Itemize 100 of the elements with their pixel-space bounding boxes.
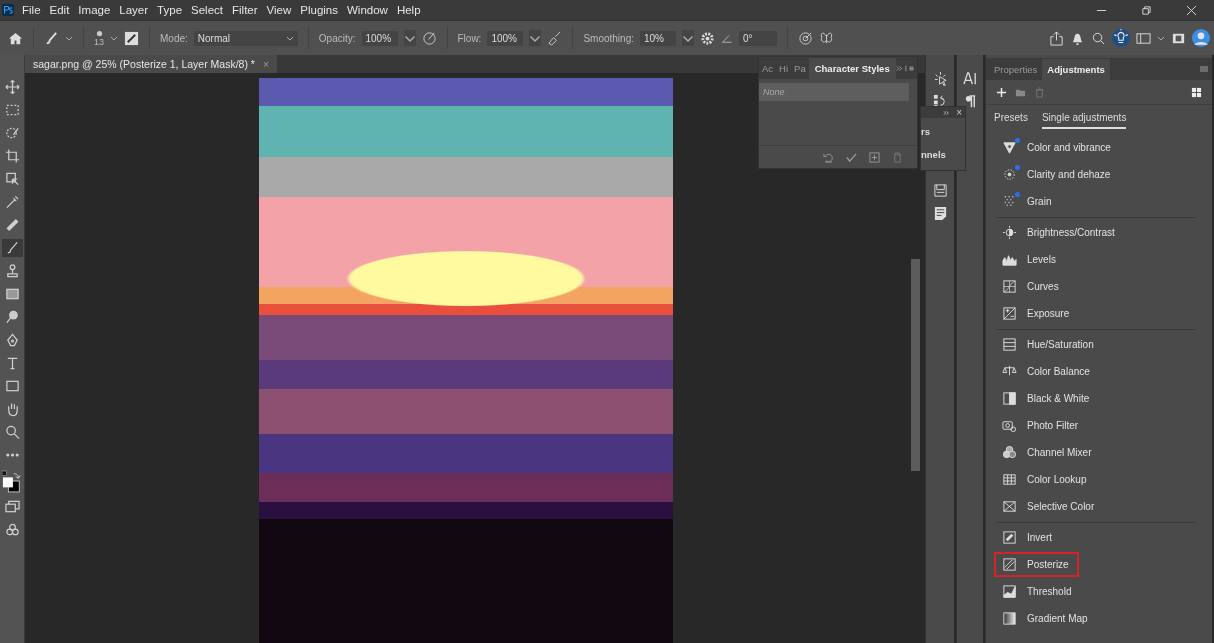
menu-item[interactable]: Type [157,4,183,16]
menu-item[interactable]: Select [191,4,223,16]
close-button[interactable]: × [956,107,962,118]
restore-icon[interactable] [1141,4,1152,16]
menu-item[interactable]: File [22,4,41,16]
workspace-icon[interactable] [1136,30,1151,46]
avatar-icon[interactable] [1192,29,1210,47]
search-icon[interactable] [1091,30,1106,46]
adjustment-item[interactable]: Posterize [994,552,1079,577]
scrollbar-thumb[interactable] [911,259,920,471]
adjustment-item[interactable]: Gradient Map [994,606,1098,631]
adjustment-item[interactable]: Exposure [994,301,1080,326]
adjustment-item[interactable]: Channel Mixer [994,440,1102,465]
exposure-icon [1002,306,1017,321]
caret-icon[interactable] [529,30,542,46]
caret-icon[interactable] [65,34,73,42]
grid-view-icon[interactable] [1191,86,1202,98]
panel-item[interactable]: rs [921,118,965,141]
butterfly-icon[interactable] [819,30,834,46]
panel-tab[interactable]: Properties [989,59,1043,80]
add-icon[interactable] [869,151,880,163]
menu-item[interactable]: Window [347,4,388,16]
undo-icon[interactable] [823,151,834,163]
checkmark-icon[interactable] [846,151,857,163]
flow-field[interactable]: 100% [487,30,524,46]
mode-label: Mode: [160,32,188,44]
angle-field[interactable]: 0° [739,30,777,46]
brush-icon[interactable] [44,30,59,46]
adjustment-item[interactable]: Levels [994,247,1066,272]
panel-tab[interactable]: Ac [759,62,777,74]
histogram-icon [1002,252,1017,267]
adjustment-item[interactable]: Invert [994,525,1062,550]
menu-item[interactable]: Edit [49,4,70,16]
app-logo-icon [2,4,14,16]
pressure-icon[interactable] [421,30,437,46]
caret-icon[interactable] [403,30,416,46]
brush-settings-icon[interactable] [124,30,139,46]
subtab[interactable]: Single adjustments [1041,112,1127,129]
adjustment-item[interactable]: Brightness/Contrast [994,220,1125,245]
menu-item[interactable]: Help [396,4,421,16]
curve-graph-icon [1002,279,1017,294]
mode-dropdown[interactable]: Normal [193,30,298,46]
brush-tip-icon[interactable] [95,29,103,37]
home-icon[interactable] [8,30,23,46]
brush-icon[interactable] [1,239,23,257]
panel-tab[interactable]: Pa [791,62,809,74]
menu-item[interactable]: Layer [119,4,149,16]
close-icon[interactable] [1186,4,1197,16]
panel-tab[interactable]: Character Styles [808,57,896,79]
invert-icon [1002,530,1017,545]
adjustment-item[interactable]: Grain [994,189,1062,214]
menu-item[interactable]: Plugins [300,4,338,16]
subtab[interactable]: Presets [994,112,1028,127]
target-brush-icon[interactable] [798,30,813,46]
menu-item[interactable]: Image [78,4,111,16]
collapse-icon[interactable] [943,109,951,116]
color-swatches-icon[interactable] [2,469,22,493]
sun-icon [1002,225,1017,240]
caret-icon [285,34,294,42]
camera-icon [1002,418,1017,433]
character-icon[interactable] [962,71,978,86]
adjustment-item[interactable]: Curves [994,274,1069,299]
history-icon[interactable] [932,94,948,109]
opacity-label: Opacity: [318,32,356,44]
adjustment-item[interactable]: Black & White [994,386,1100,411]
panel-item[interactable]: nnels [921,141,965,164]
save-icon[interactable] [932,183,948,198]
smoothing-label: Smoothing: [583,32,634,44]
document-tab[interactable]: sagar.png @ 25% (Posterize 1, Layer Mask/8) * × [25,55,278,73]
posterize-icon [1002,557,1017,572]
smoothing-field[interactable]: 10% [640,30,676,46]
navigate-icon[interactable] [932,71,948,86]
half-square-icon [1002,391,1017,406]
adjustment-item[interactable]: Color Balance [994,359,1100,384]
adjustment-item[interactable]: Color and vibrance [994,135,1121,160]
panel-tab[interactable]: Hi [776,62,792,74]
caret-icon[interactable] [110,34,118,42]
settings-icon[interactable] [700,30,715,46]
adjustment-item[interactable]: Threshold [994,579,1082,604]
adjustment-item[interactable]: Selective Color [994,494,1105,519]
adjustment-item[interactable]: Clarity and dehaze [994,162,1121,187]
panel-tab[interactable]: Adjustments [1042,59,1110,80]
overlapping-circles-icon [1002,445,1017,460]
airbrush-icon[interactable] [547,30,563,46]
plus-icon[interactable] [996,86,1007,98]
menu-item[interactable]: Filter [232,4,258,16]
panel-menu-icon[interactable] [895,63,914,73]
opacity-field[interactable]: 100% [361,30,398,46]
adjustment-item[interactable]: Hue/Saturation [994,332,1104,357]
adjustment-item[interactable]: Color Lookup [994,467,1097,492]
menu-item[interactable]: View [266,4,292,16]
share-icon[interactable] [1049,30,1064,46]
notes-icon[interactable] [932,206,948,221]
gradient-square-icon [1002,611,1017,626]
adjustment-item[interactable]: Photo Filter [994,413,1089,438]
triangle-icon [1002,140,1017,155]
caret-icon[interactable] [1157,34,1165,42]
lightbulb-icon[interactable] [1112,29,1130,47]
hue-bars-icon [1002,337,1017,352]
caret-icon[interactable] [682,30,694,46]
